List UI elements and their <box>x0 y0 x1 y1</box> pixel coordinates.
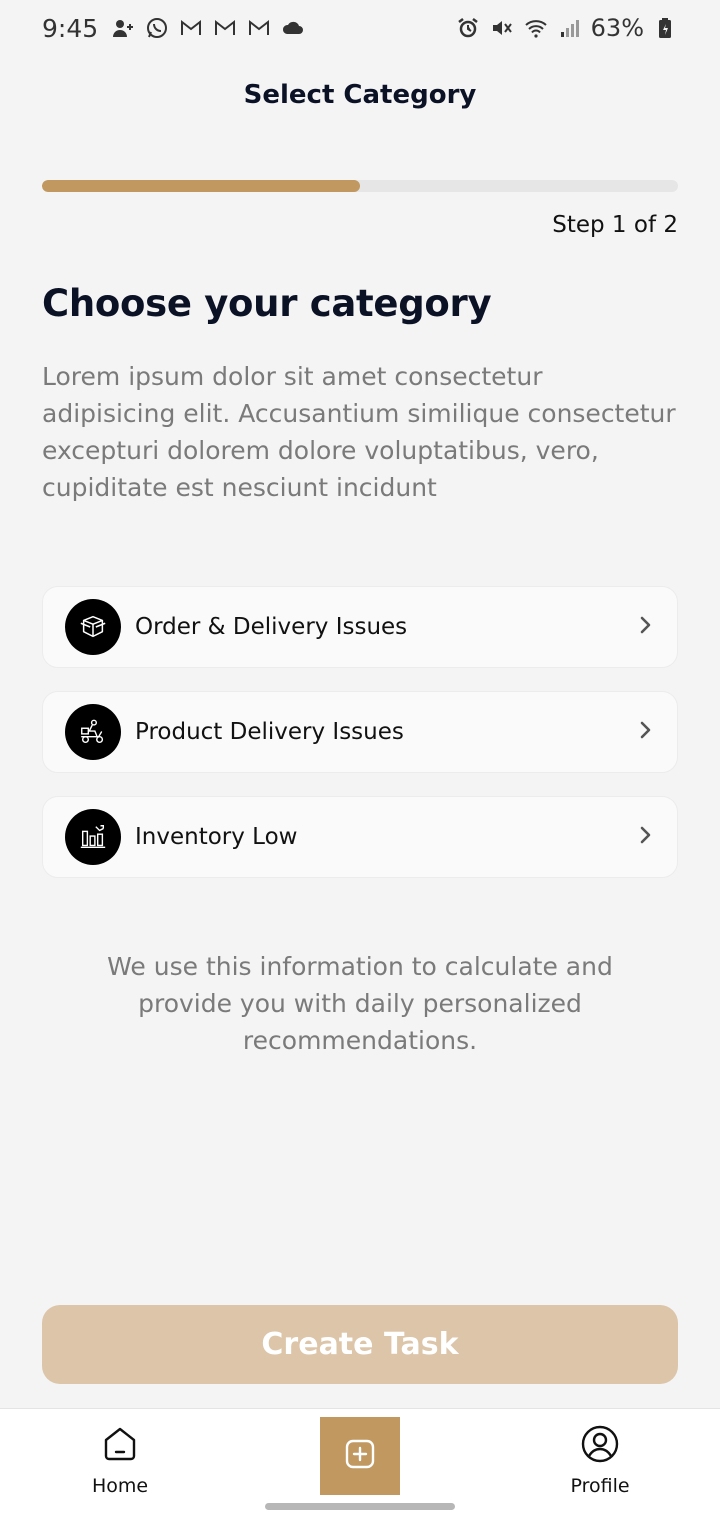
gmail-icon <box>212 15 238 41</box>
profile-icon <box>579 1423 621 1469</box>
info-text: We use this information to calculate and… <box>107 952 613 1055</box>
alarm-icon <box>455 15 481 41</box>
chevron-right-icon <box>637 613 655 641</box>
home-indicator <box>265 1503 455 1510</box>
nav-profile[interactable]: Profile <box>540 1423 660 1497</box>
category-item-product-delivery[interactable]: Product Delivery Issues <box>42 691 678 773</box>
nav-home[interactable]: Home <box>60 1423 180 1497</box>
category-item-order-delivery[interactable]: Order & Delivery Issues <box>42 586 678 668</box>
page-title: Select Category <box>243 80 477 110</box>
nav-profile-label: Profile <box>570 1475 630 1497</box>
status-left: 9:45 <box>42 14 306 43</box>
chevron-right-icon <box>637 823 655 851</box>
step-indicator: Step 1 of 2 <box>552 212 678 238</box>
wifi-icon <box>523 15 549 41</box>
category-label: Order & Delivery Issues <box>135 614 408 640</box>
person-add-icon <box>110 15 136 41</box>
whatsapp-icon <box>144 15 170 41</box>
status-bar: 9:45 63% <box>0 0 720 56</box>
nav-add-button[interactable] <box>320 1417 400 1495</box>
category-list: Order & Delivery Issues Product Delivery… <box>42 586 678 901</box>
status-right: 63% <box>455 14 678 42</box>
progress-bar <box>42 180 678 192</box>
nav-home-label: Home <box>91 1475 149 1497</box>
box-icon <box>65 599 121 655</box>
section-heading: Choose your category <box>42 282 492 325</box>
section-description: Lorem ipsum dolor sit amet consectetur a… <box>42 362 676 502</box>
plus-square-icon <box>343 1437 377 1475</box>
signal-icon <box>557 15 583 41</box>
category-item-inventory-low[interactable]: Inventory Low <box>42 796 678 878</box>
battery-icon <box>652 15 678 41</box>
category-label: Inventory Low <box>135 824 298 850</box>
delivery-scooter-icon <box>65 704 121 760</box>
home-icon <box>99 1423 141 1469</box>
progress-fill <box>42 180 360 192</box>
status-time: 9:45 <box>42 13 99 43</box>
mute-icon <box>489 15 515 41</box>
gmail-icon <box>178 15 204 41</box>
chevron-right-icon <box>637 718 655 746</box>
bar-chart-trend-icon <box>65 809 121 865</box>
cloud-icon <box>280 15 306 41</box>
battery-percent: 63% <box>590 14 644 42</box>
gmail-icon <box>246 15 272 41</box>
create-task-button[interactable]: Create Task <box>42 1305 678 1384</box>
category-label: Product Delivery Issues <box>135 719 404 745</box>
